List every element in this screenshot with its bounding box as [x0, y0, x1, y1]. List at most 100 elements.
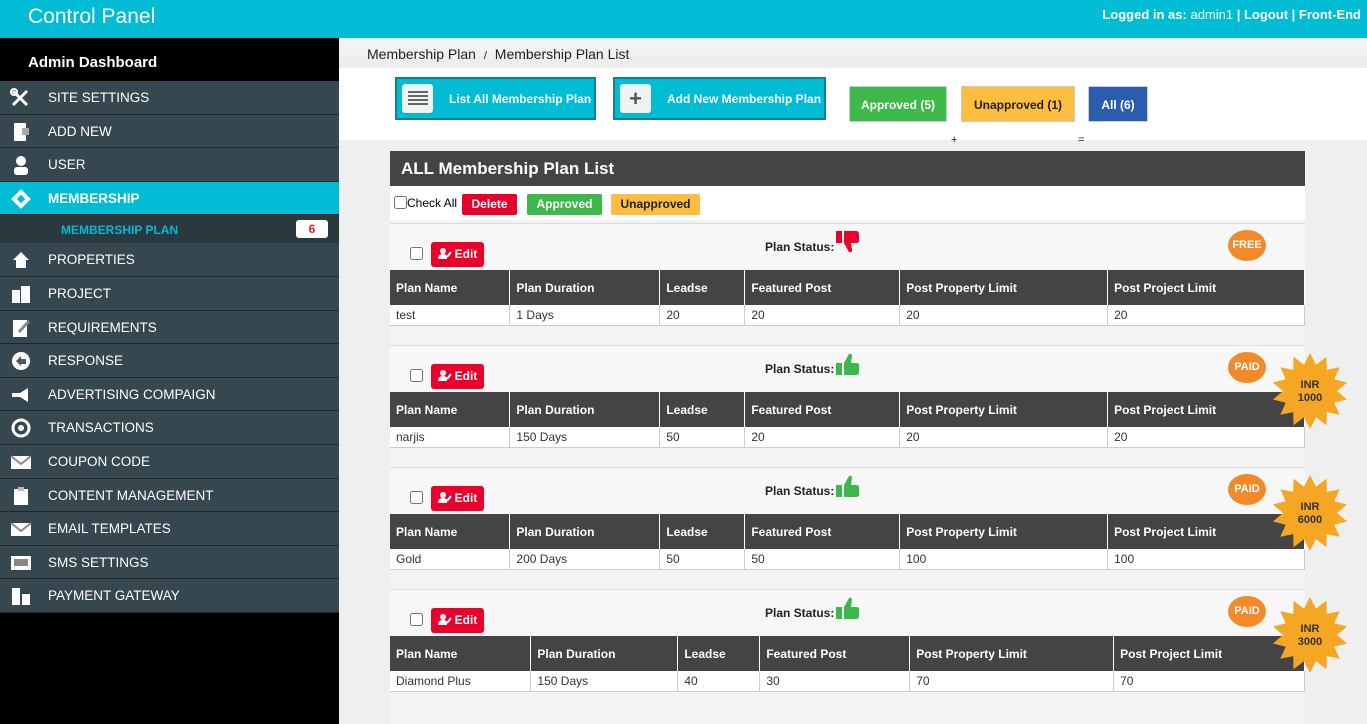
list-all-button[interactable]: List All Membership Plan: [395, 77, 596, 120]
table-cell: 40: [677, 671, 761, 692]
table-header-row: Plan Name Plan Duration Leadse Featured Pos…: [390, 636, 1305, 671]
thumbs-up-icon[interactable]: [836, 353, 860, 375]
column-header: Leadse: [677, 636, 761, 671]
breadcrumb: Membership Plan / Membership Plan List: [339, 38, 1367, 68]
add-new-button[interactable]: + Add New Membership Plan: [613, 77, 826, 120]
price-amount: 1000: [1297, 392, 1323, 404]
plan-select-checkbox[interactable]: [410, 369, 423, 382]
sidebar-item-properties[interactable]: PROPERTIES: [0, 243, 339, 277]
thumbs-down-icon[interactable]: [836, 231, 860, 253]
edit-label: Edit: [454, 491, 478, 505]
sidebar-item-project[interactable]: PROJECT: [0, 276, 339, 311]
column-header: Plan Duration: [530, 636, 679, 671]
column-header: Plan Duration: [509, 270, 661, 305]
add-new-label: Add New Membership Plan: [667, 92, 822, 106]
table-cell: 70: [909, 671, 1115, 692]
frontend-link[interactable]: Front-End: [1299, 7, 1361, 22]
plan-select-checkbox[interactable]: [410, 247, 423, 260]
plan-status-label: Plan Status:: [765, 606, 835, 620]
sidebar-item-requirements[interactable]: REQUIREMENTS: [0, 310, 339, 345]
sidebar-item-user[interactable]: USER: [0, 148, 339, 182]
thumbs-up-icon[interactable]: [836, 597, 860, 619]
all-count-button[interactable]: All (6): [1088, 86, 1148, 122]
sidebar-item-membership[interactable]: MEMBERSHIP: [0, 181, 339, 216]
sidebar-item-advertising-compaign[interactable]: ADVERTISING COMPAIGN: [0, 377, 339, 412]
edit-button[interactable]: Edit: [431, 242, 484, 267]
edit-label: Edit: [454, 247, 478, 261]
sidebar-item-site-settings[interactable]: SITE SETTINGS: [0, 81, 339, 115]
plus-operator: +: [951, 134, 958, 146]
membership-icon: [10, 188, 32, 209]
column-header: Featured Post: [744, 270, 901, 305]
edit-user-icon: [437, 491, 455, 505]
table-cell: 100: [899, 549, 1109, 570]
check-all-label: Check All: [407, 196, 458, 210]
top-bar: Control Panel Logged in as: admin1 | Log…: [0, 0, 1367, 38]
table-row: Diamond Plus 150 Days 40 30 70 70: [390, 671, 1305, 692]
edit-button[interactable]: Edit: [431, 364, 484, 389]
price-starburst: INR 1000: [1270, 351, 1350, 431]
delete-button[interactable]: Delete: [462, 194, 517, 215]
table-cell: 20: [744, 427, 901, 448]
username: admin1: [1190, 7, 1234, 22]
thumbs-up-icon[interactable]: [836, 475, 860, 497]
sidebar-item-label: EMAIL TEMPLATES: [48, 521, 171, 537]
list-icon: [402, 84, 433, 113]
table-cell: 30: [759, 671, 911, 692]
sidebar-item-label: TRANSACTIONS: [48, 420, 154, 436]
sidebar: Admin Dashboard SITE SETTINGS ADD NEW USER…: [0, 38, 339, 724]
app-title: Control Panel: [28, 5, 156, 28]
plan-status-label: Plan Status:: [765, 362, 835, 376]
unapproved-count-button[interactable]: Unapproved (1): [961, 86, 1075, 122]
sidebar-item-transactions[interactable]: TRANSACTIONS: [0, 411, 339, 445]
megaphone-icon: [10, 385, 32, 405]
approved-count-button[interactable]: Approved (5): [849, 86, 947, 122]
check-all[interactable]: Check All: [394, 196, 457, 210]
breadcrumb-current: Membership Plan List: [494, 46, 630, 62]
sidebar-item-sms-settings[interactable]: SMS SETTINGS: [0, 545, 339, 580]
sidebar-item-add-new[interactable]: ADD NEW: [0, 114, 339, 149]
logged-in-label: Logged in as:: [1102, 7, 1187, 22]
column-header: Post Property Limit: [899, 392, 1109, 427]
plan-list-panel: ALL Membership Plan List Check All Delet…: [390, 151, 1305, 724]
plan-status-label: Plan Status:: [765, 240, 835, 254]
plan-card: Edit Plan Status: PAID Plan Name Plan Durati…: [390, 345, 1305, 448]
logout-link[interactable]: Logout: [1244, 7, 1288, 22]
unapprove-button[interactable]: Unapproved: [611, 194, 700, 215]
table-cell: 20: [899, 305, 1109, 326]
sidebar-item-label: COUPON CODE: [48, 453, 151, 469]
tools-icon: [10, 88, 32, 108]
sidebar-item-coupon-code[interactable]: COUPON CODE: [0, 444, 339, 479]
column-header: Plan Name: [390, 392, 511, 427]
sidebar-item-label: MEMBERSHIP: [48, 190, 140, 206]
plan-type-badge: PAID: [1228, 474, 1266, 505]
column-header: Leadse: [659, 270, 746, 305]
sidebar-item-payment-gateway[interactable]: PAYMENT GATEWAY: [0, 579, 339, 613]
plan-select-checkbox[interactable]: [410, 491, 423, 504]
edit-button[interactable]: Edit: [431, 486, 484, 511]
edit-label: Edit: [454, 369, 478, 383]
column-header: Leadse: [659, 392, 746, 427]
sidebar-item-response[interactable]: RESPONSE: [0, 344, 339, 378]
table-cell: 20: [1107, 305, 1305, 326]
table-cell: 150 Days: [530, 671, 679, 692]
table-cell: Gold: [390, 549, 511, 570]
sms-icon: [10, 553, 32, 573]
sidebar-item-email-templates[interactable]: EMAIL TEMPLATES: [0, 512, 339, 546]
edit-button[interactable]: Edit: [431, 608, 484, 633]
building-icon: [10, 284, 32, 304]
sidebar-item-content-management[interactable]: CONTENT MANAGEMENT: [0, 478, 339, 513]
breadcrumb-parent[interactable]: Membership Plan: [367, 46, 476, 62]
plan-select-checkbox[interactable]: [410, 613, 423, 626]
sidebar-item-label: PROJECT: [48, 285, 112, 301]
table-cell: Diamond Plus: [390, 671, 532, 692]
sidebar-subitem-membership-plan[interactable]: MEMBERSHIP PLAN 6: [0, 215, 339, 244]
payment-icon: [10, 586, 32, 606]
column-header: Plan Duration: [509, 514, 661, 549]
edit-user-icon: [437, 613, 455, 627]
check-all-checkbox[interactable]: [394, 196, 407, 209]
table-header-row: Plan Name Plan Duration Leadse Featured Pos…: [390, 514, 1305, 549]
email-icon: [10, 519, 32, 539]
approve-button[interactable]: Approved: [527, 194, 602, 215]
equals-operator: =: [1078, 134, 1085, 146]
